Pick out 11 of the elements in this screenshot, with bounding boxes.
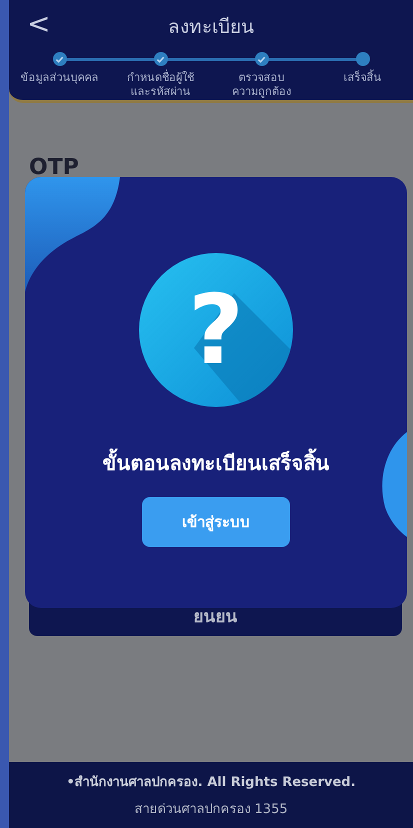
step-label: กำหนดชื่อผู้ใช้ และรหัสผ่าน (127, 71, 194, 98)
question-icon: ? (139, 253, 293, 407)
step-label: ตรวจสอบ ความถูกต้อง (232, 71, 291, 98)
back-button[interactable]: < (23, 10, 54, 38)
step-label: ข้อมูลส่วนบุคคล (20, 71, 98, 85)
hotline-text: สายด่วนศาลปกครอง 1355 (134, 801, 288, 819)
dialog-message: ขั้นตอนลงทะเบียนเสร็จสิ้น (102, 447, 330, 479)
step-label: เสร็จสิ้น (344, 71, 382, 85)
copyright-text: •สำนักงานศาลปกครอง. All Rights Reserved. (66, 774, 356, 792)
otp-label: OTP (29, 155, 80, 180)
page-title: ลงทะเบียน (168, 15, 254, 40)
